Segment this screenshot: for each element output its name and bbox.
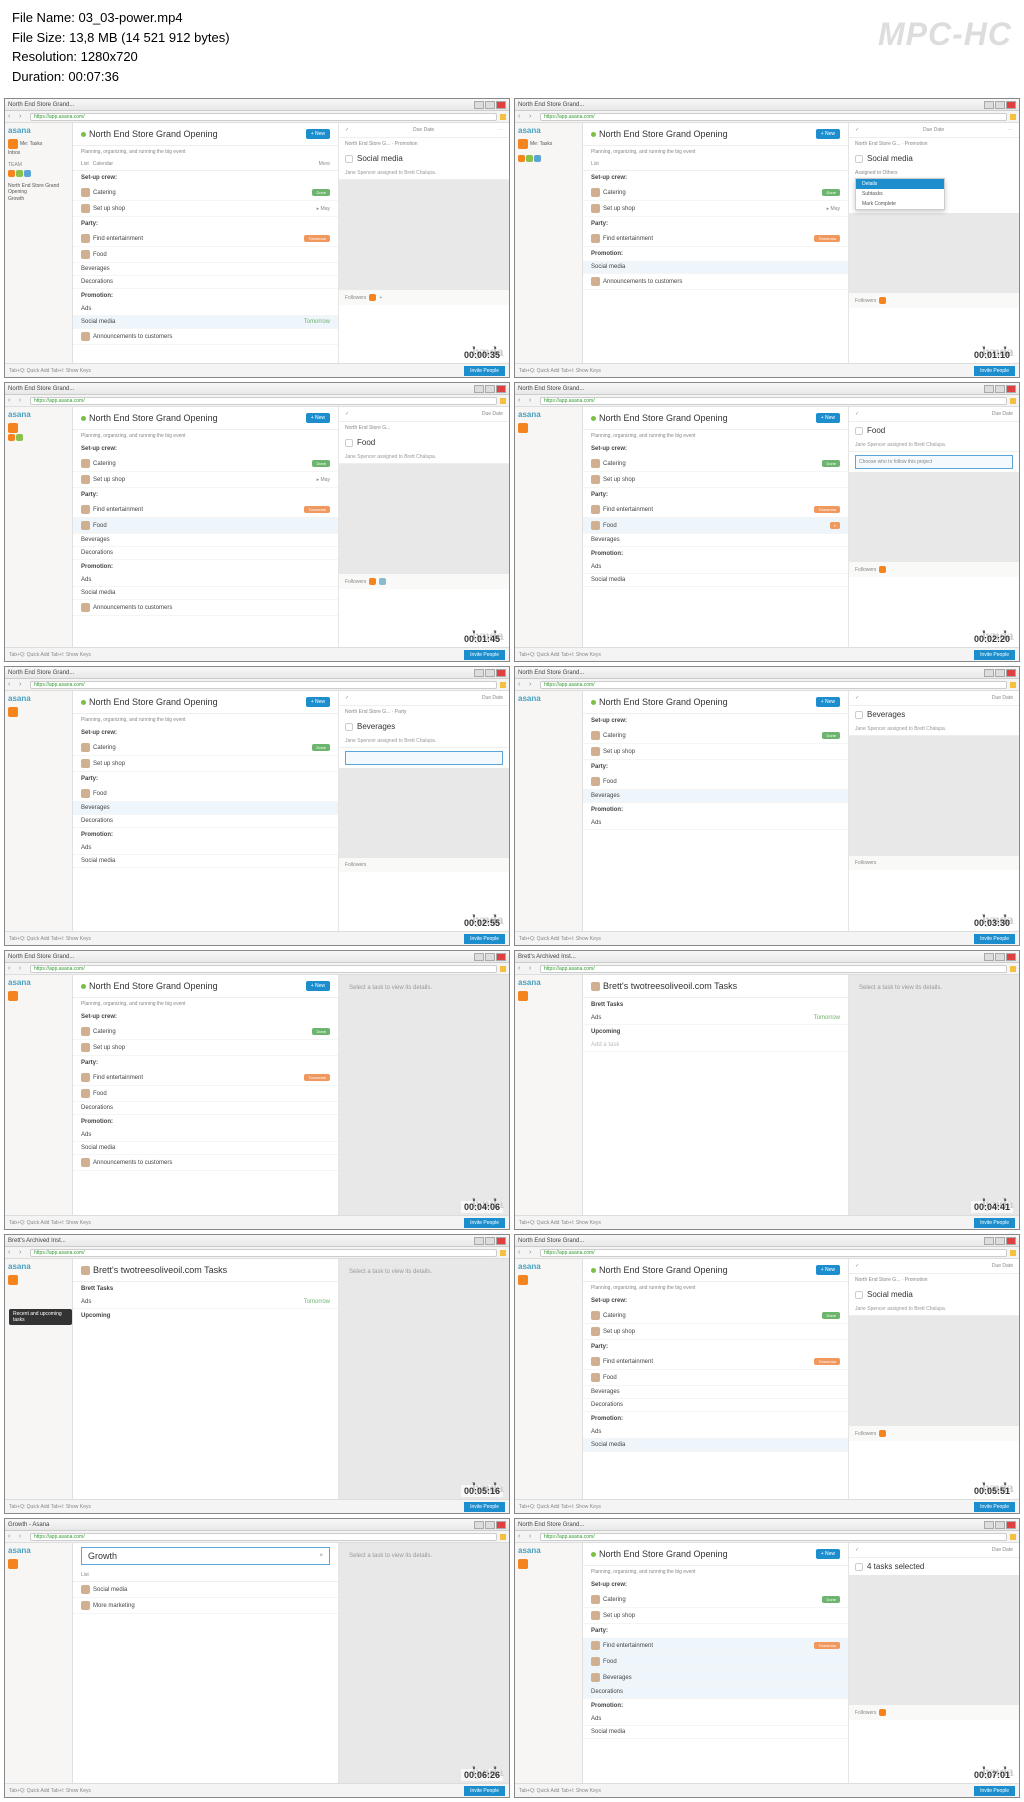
thumbnail-1: North End Store Grand... ‹›https://app.a…	[4, 98, 510, 378]
timestamp: 00:00:35	[461, 349, 503, 361]
thumbnail-6: North End Store Grand... ‹›https://app.a…	[514, 666, 1020, 946]
sidebar: asana Me: TasksInbox TEAM North End Stor…	[5, 123, 73, 363]
detail-panel: ✓Due Date⋯ North End Store G... · Promot…	[339, 123, 509, 363]
file-resolution: 1280x720	[81, 49, 138, 64]
search-box[interactable]: Growth ×	[81, 1547, 330, 1565]
multi-select-label: 4 tasks selected	[867, 1562, 924, 1571]
player-logo: MPC-HC	[878, 10, 1012, 58]
project-title: North End Store Grand Opening	[89, 129, 218, 139]
url-bar[interactable]: https://app.asana.com/	[30, 113, 497, 121]
thumbnail-grid: North End Store Grand... ‹›https://app.a…	[0, 94, 1024, 1802]
thumbnail-10: North End Store Grand... ‹›https://app.a…	[514, 1234, 1020, 1514]
thumbnail-2: North End Store Grand... ‹›https://app.a…	[514, 98, 1020, 378]
thumbnail-12: North End Store Grand... ‹›https://app.a…	[514, 1518, 1020, 1798]
thumbnail-11: Growth - Asana ‹›https://app.asana.com/ …	[4, 1518, 510, 1798]
thumbnail-7: North End Store Grand... ‹›https://app.a…	[4, 950, 510, 1230]
new-button[interactable]: + New	[306, 129, 330, 139]
file-info-block: File Name: 03_03-power.mp4 File Size: 13…	[0, 0, 1024, 94]
file-duration: 00:07:36	[68, 69, 119, 84]
thumbnail-3: North End Store Grand... ‹›https://app.a…	[4, 382, 510, 662]
file-size: 13,8 MB (14 521 912 bytes)	[69, 30, 229, 45]
empty-placeholder: Select a task to view its details.	[339, 975, 509, 1001]
comment-input[interactable]: Choose who to follow this project	[855, 455, 1013, 469]
file-name: 03_03-power.mp4	[78, 10, 182, 25]
thumbnail-8: Brett's Archived Inst... ‹›https://app.a…	[514, 950, 1020, 1230]
asana-logo: asana	[8, 126, 69, 135]
detail-title: Social media	[357, 154, 403, 163]
thumbnail-9: Brett's Archived Inst... ‹›https://app.a…	[4, 1234, 510, 1514]
thumbnail-5: North End Store Grand... ‹›https://app.a…	[4, 666, 510, 946]
thumbnail-4: North End Store Grand... ‹›https://app.a…	[514, 382, 1020, 662]
tooltip: Recent and upcoming tasks	[9, 1309, 72, 1325]
task-list: North End Store Grand Opening+ New Plann…	[73, 123, 339, 363]
dropdown-menu[interactable]: Details Subtasks Mark Complete	[855, 178, 945, 210]
